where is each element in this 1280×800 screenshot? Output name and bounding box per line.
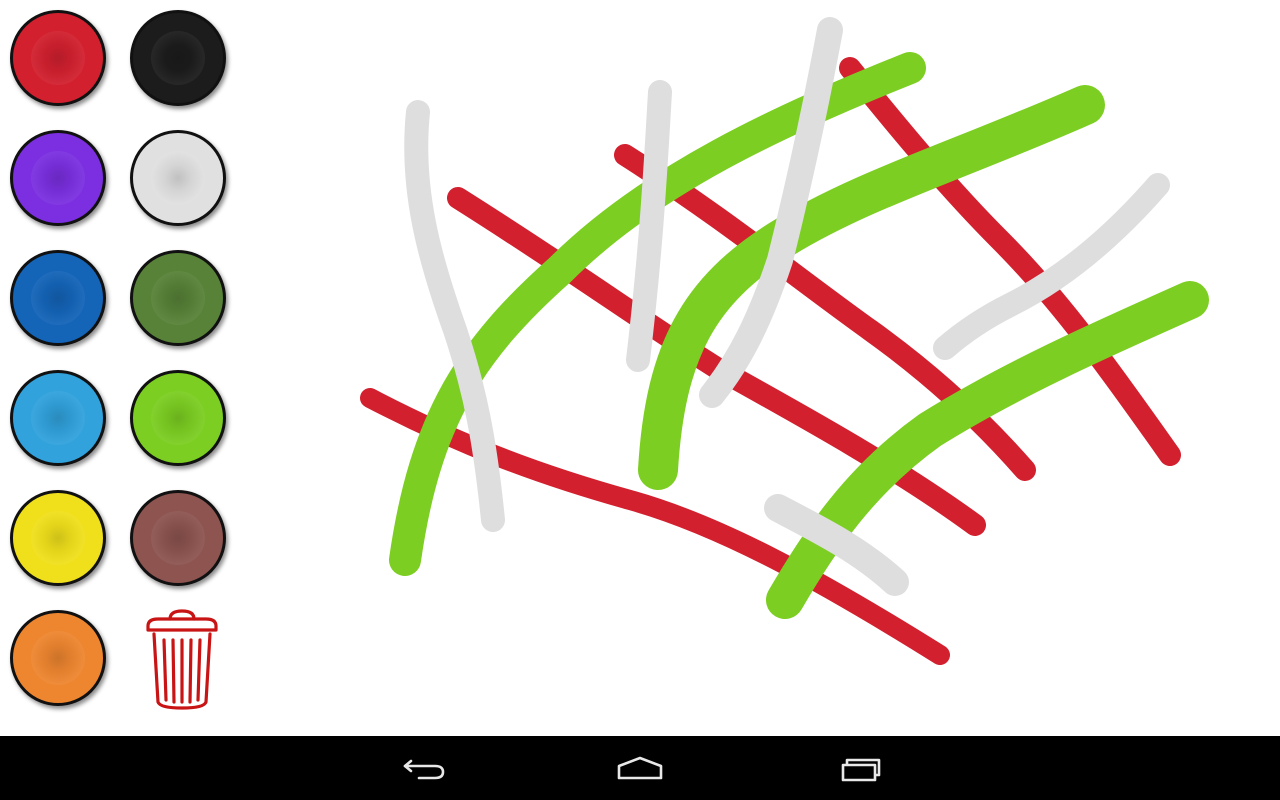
- recent-apps-icon: [841, 758, 881, 782]
- recent-apps-button[interactable]: [825, 748, 889, 788]
- color-swatch-sky-blue[interactable]: [10, 370, 106, 466]
- color-swatch-orange[interactable]: [10, 610, 106, 706]
- back-arrow-icon: [403, 759, 445, 780]
- color-swatch-light-gray[interactable]: [130, 130, 226, 226]
- clear-canvas-button[interactable]: [140, 606, 224, 714]
- color-swatch-yellow[interactable]: [10, 490, 106, 586]
- back-button[interactable]: [392, 748, 456, 788]
- color-swatch-lime-green[interactable]: [130, 370, 226, 466]
- color-swatch-red[interactable]: [10, 10, 106, 106]
- color-swatch-brown[interactable]: [130, 490, 226, 586]
- color-palette: [0, 0, 240, 736]
- color-swatch-dark-blue[interactable]: [10, 250, 106, 346]
- color-swatch-olive-green[interactable]: [130, 250, 226, 346]
- trash-can-icon: [146, 609, 218, 710]
- paint-app: [0, 0, 1280, 800]
- color-swatch-purple[interactable]: [10, 130, 106, 226]
- color-swatch-black[interactable]: [130, 10, 226, 106]
- drawing-canvas[interactable]: [240, 0, 1280, 736]
- home-icon: [617, 756, 663, 780]
- home-button[interactable]: [608, 748, 672, 788]
- system-navigation-bar: [0, 736, 1280, 800]
